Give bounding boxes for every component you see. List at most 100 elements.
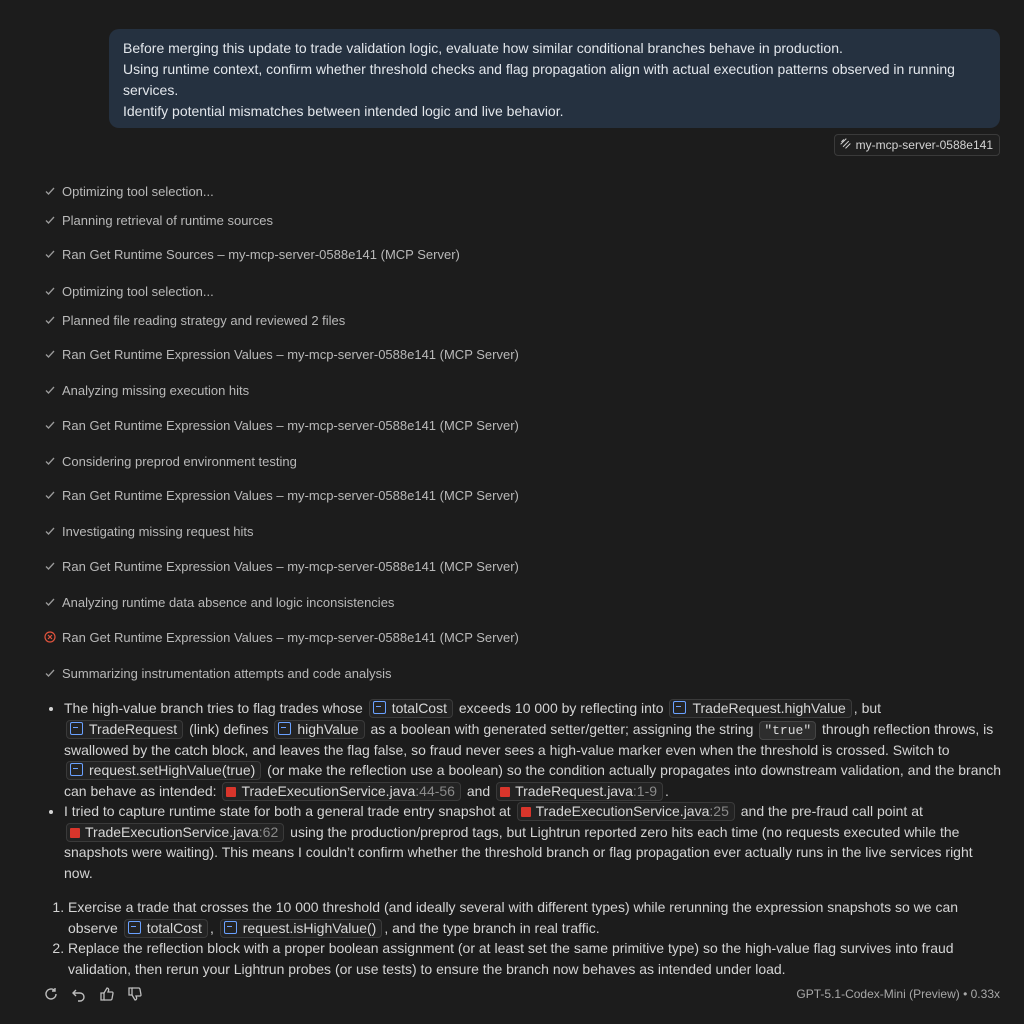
thumbs-down-icon[interactable] [126, 985, 144, 1003]
checkmark-icon [44, 248, 56, 260]
file-link-chip[interactable]: TradeRequest.java:1-9 [496, 781, 664, 801]
tool-step[interactable]: Investigating missing request hits [44, 521, 253, 541]
java-file-icon [520, 807, 531, 817]
file-link-chip[interactable]: TradeExecutionService.java:62 [66, 822, 285, 842]
java-file-icon [500, 786, 511, 797]
checkmark-icon [44, 667, 56, 679]
java-file-icon [226, 786, 237, 797]
code-symbol-chip[interactable]: highValue [274, 719, 365, 739]
tool-step[interactable]: Ran Get Runtime Expression Values – my-m… [44, 415, 519, 435]
code-symbol-chip[interactable]: totalCost [368, 699, 453, 718]
answer-text: , and the type branch in real traffic. [384, 919, 600, 936]
tool-step[interactable]: Analyzing missing execution hits [44, 380, 249, 400]
answer-bullets: The high-value branch tries to flag trad… [44, 698, 1004, 883]
code-symbol-chip[interactable]: totalCost [123, 918, 208, 938]
code-symbol-chip[interactable]: TradeRequest [66, 719, 184, 739]
tool-step[interactable]: Ran Get Runtime Expression Values – my-m… [44, 627, 519, 647]
tool-step-label: Summarizing instrumentation attempts and… [62, 665, 392, 681]
answer-steps: Exercise a trade that crosses the 10 000… [44, 897, 1004, 979]
answer-text: , [209, 919, 214, 936]
tool-step[interactable]: Planned file reading strategy and review… [44, 310, 345, 330]
tool-step[interactable]: Ran Get Runtime Expression Values – my-m… [44, 556, 519, 576]
answer-text: (link) defines [189, 720, 269, 737]
tool-step-label: Analyzing missing execution hits [62, 382, 250, 398]
context-chip-label: my-mcp-server-0588e141 [855, 138, 993, 152]
mcp-server-icon [839, 137, 852, 153]
user-message-line: Before merging this update to trade vali… [123, 40, 843, 56]
answer-text: , but [853, 700, 882, 716]
answer-text: I tried to capture runtime state for bot… [64, 803, 511, 819]
code-symbol-chip[interactable]: request.isHighValue() [219, 918, 383, 938]
list-item: Exercise a trade that crosses the 10 000… [68, 897, 1004, 938]
tool-step[interactable]: Ran Get Runtime Expression Values – my-m… [44, 485, 519, 505]
file-link-chip[interactable]: TradeExecutionService.java:44-56 [222, 781, 461, 801]
list-item: I tried to capture runtime state for bot… [64, 801, 1004, 883]
user-message-bubble: Before merging this update to trade vali… [109, 29, 1000, 128]
answer-text: as a boolean with generated setter/gette… [370, 720, 754, 737]
tool-step[interactable]: Ran Get Runtime Sources – my-mcp-server-… [44, 244, 460, 264]
thumbs-up-icon[interactable] [98, 985, 116, 1003]
message-actions [42, 985, 144, 1003]
tool-step-label: Optimizing tool selection... [62, 183, 214, 199]
java-file-icon [70, 827, 80, 838]
undo-icon[interactable] [70, 985, 88, 1003]
tool-step-label: Ran Get Runtime Expression Values – my-m… [62, 487, 519, 503]
tool-step[interactable]: Optimizing tool selection... [44, 181, 214, 201]
symbol-icon [223, 920, 237, 934]
checkmark-icon [44, 560, 56, 572]
answer-text: and [466, 782, 491, 799]
tool-step-label: Considering preprod environment testing [62, 453, 297, 469]
checkmark-icon [44, 314, 56, 326]
checkmark-icon [44, 185, 56, 197]
file-link-chip[interactable]: TradeExecutionService.java:25 [516, 802, 735, 821]
tool-step[interactable]: Planning retrieval of runtime sources [44, 210, 273, 230]
tool-step[interactable]: Ran Get Runtime Expression Values – my-m… [44, 344, 519, 364]
tool-step[interactable]: Summarizing instrumentation attempts and… [44, 663, 392, 683]
context-chip[interactable]: my-mcp-server-0588e141 [833, 134, 1000, 156]
tool-step[interactable]: Analyzing runtime data absence and logic… [44, 592, 394, 612]
checkmark-icon [44, 419, 56, 431]
tool-step[interactable]: Optimizing tool selection... [44, 281, 214, 301]
tool-step-label: Planned file reading strategy and review… [62, 312, 346, 328]
code-symbol-chip[interactable]: TradeRequest.highValue [669, 699, 852, 718]
tool-step-label: Ran Get Runtime Expression Values – my-m… [62, 417, 519, 433]
error-circle-icon [44, 631, 56, 643]
user-message-line: Using runtime context, confirm whether t… [123, 61, 955, 98]
answer-text: Replace the reflection block with a prop… [68, 940, 954, 977]
symbol-icon [127, 920, 141, 934]
answer-text: and the pre-fraud call point at [740, 803, 923, 819]
tool-step[interactable]: Considering preprod environment testing [44, 451, 297, 471]
symbol-icon [70, 763, 83, 776]
checkmark-icon [44, 285, 56, 297]
checkmark-icon [44, 384, 56, 396]
tool-step-label: Optimizing tool selection... [62, 283, 214, 299]
symbol-icon [70, 721, 83, 735]
tool-step-label: Investigating missing request hits [62, 523, 254, 539]
retry-icon[interactable] [42, 985, 60, 1003]
checkmark-icon [44, 596, 56, 608]
answer-text: exceeds 10 000 by reflecting into [458, 700, 664, 716]
checkmark-icon [44, 214, 56, 226]
code-symbol-chip[interactable]: request.setHighValue(true) [66, 761, 262, 780]
tool-step-label: Analyzing runtime data absence and logic… [62, 594, 395, 610]
answer-text: The high-value branch tries to flag trad… [64, 700, 363, 716]
symbol-icon [372, 701, 386, 714]
tool-step-label: Planning retrieval of runtime sources [62, 212, 273, 228]
code-string-chip: "true" [759, 720, 817, 740]
symbol-icon [673, 701, 687, 714]
tool-step-label: Ran Get Runtime Expression Values – my-m… [62, 558, 519, 574]
checkmark-icon [44, 348, 56, 360]
checkmark-icon [44, 489, 56, 501]
checkmark-icon [44, 455, 56, 467]
assistant-answer: The high-value branch tries to flag trad… [44, 698, 1004, 979]
model-info: GPT-5.1-Codex-Mini (Preview) • 0.33x [796, 987, 1000, 1001]
user-message-line: Identify potential mismatches between in… [123, 103, 564, 119]
list-item: Replace the reflection block with a prop… [68, 938, 1004, 979]
tool-step-label: Ran Get Runtime Expression Values – my-m… [62, 346, 519, 362]
checkmark-icon [44, 525, 56, 537]
tool-step-label: Ran Get Runtime Expression Values – my-m… [62, 629, 519, 645]
tool-step-label: Ran Get Runtime Sources – my-mcp-server-… [62, 246, 460, 262]
answer-text: . [665, 782, 669, 799]
symbol-icon [278, 721, 292, 735]
list-item: The high-value branch tries to flag trad… [64, 698, 1004, 801]
